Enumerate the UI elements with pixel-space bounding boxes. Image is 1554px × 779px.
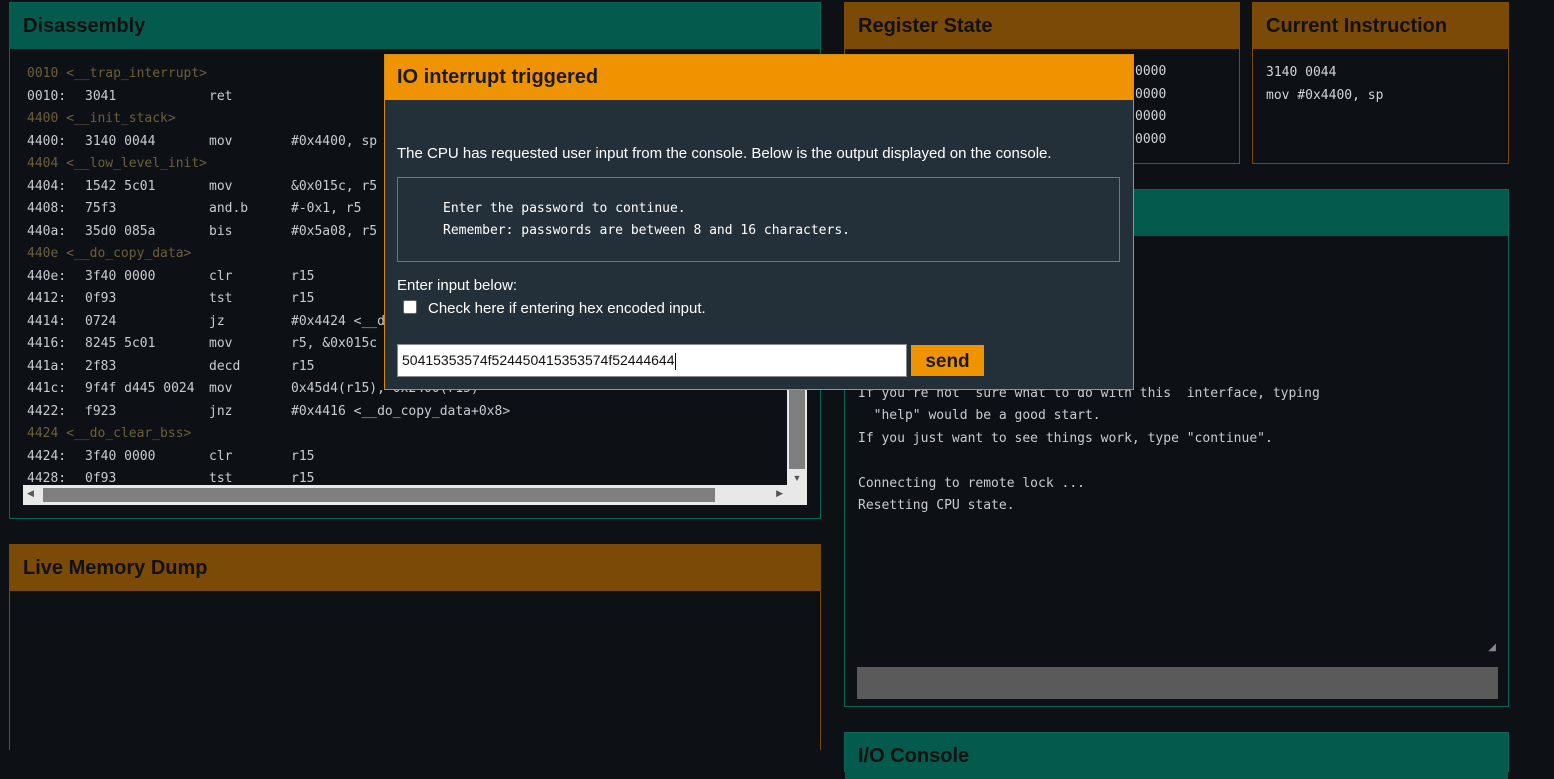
enter-input-label: Enter input below: (397, 277, 518, 294)
text-caret (674, 352, 676, 370)
horizontal-scroll-thumb[interactable] (43, 488, 715, 502)
live-memory-dump-title: Live Memory Dump (10, 545, 820, 591)
user-input-field[interactable]: 50415353574f524450415353574f52444644 (397, 344, 907, 377)
instruction-operands: #0x5a08, r5 (291, 223, 378, 239)
instruction-operands: r15 (291, 358, 315, 374)
debugger-command-input[interactable] (857, 667, 1498, 699)
instruction-hex: 3140 0044 (85, 133, 156, 149)
instruction-hex: 0724 (85, 313, 117, 329)
register-values: 0000 0000 0000 0000 (1135, 61, 1166, 151)
io-console-panel: I/O Console (844, 732, 1509, 779)
instruction-addr: 4422: (27, 403, 67, 419)
instruction-addr: 4414: (27, 313, 67, 329)
disassembly-title: Disassembly (10, 3, 820, 49)
instruction-hex: 8245 5c01 (85, 336, 156, 351)
instruction-mnemonic: bis (209, 223, 233, 239)
console-output-box: Enter the password to continue. Remember… (397, 177, 1120, 262)
instruction-hex: 3f40 0000 (85, 268, 156, 284)
instruction-addr: 441c: (27, 381, 67, 396)
register-value: 0000 (1135, 109, 1167, 124)
register-state-title: Register State (845, 3, 1239, 49)
register-value: 0000 (1135, 64, 1167, 79)
instruction-mnemonic: jz (209, 313, 225, 329)
console-line: Connecting to remote lock ... (858, 475, 1085, 491)
instruction-hex: 3f40 0000 (85, 448, 156, 464)
current-instruction-body: 3140 0044 mov #0x4400, sp (1266, 61, 1383, 107)
instruction-operands: r15 (291, 291, 315, 306)
register-value: 0000 (1135, 131, 1167, 147)
send-button[interactable]: send (911, 345, 984, 376)
instruction-hex: 35d0 085a (85, 223, 156, 239)
instruction-addr: 4404: (27, 178, 67, 194)
scroll-left-arrow-icon[interactable]: ◀ (27, 488, 34, 499)
instruction-operands: r5, &0x015c (291, 336, 378, 351)
disassembly-horizontal-scrollbar[interactable]: ◀ ▶ (23, 485, 787, 505)
instruction-hex: 2f83 (85, 358, 117, 374)
instruction-mnemonic: clr (209, 268, 233, 284)
instruction-hex: 75f3 (85, 201, 117, 216)
io-console-title: I/O Console (845, 733, 1508, 779)
hex-encoded-checkbox-label[interactable]: Check here if entering hex encoded input… (428, 300, 706, 317)
instruction-operands: r15 (291, 448, 315, 464)
disassembly-instruction: 4422: f923 jnz #0x4416 <__do_copy_data+0x8> (27, 401, 785, 424)
instruction-hex: 0f93 (85, 291, 117, 306)
instruction-addr: 4412: (27, 291, 67, 306)
instruction-addr: 441a: (27, 358, 67, 374)
instruction-addr: 440a: (27, 223, 67, 239)
scroll-down-arrow-icon[interactable]: ▼ (787, 473, 807, 483)
dialog-title: IO interrupt triggered (385, 55, 1133, 100)
current-instruction-title: Current Instruction (1253, 3, 1508, 49)
current-instruction-panel: Current Instruction 3140 0044 mov #0x440… (1252, 2, 1509, 164)
instruction-operands: &0x015c, r5 (291, 178, 378, 194)
instruction-operands: #0x4416 <__do_copy_data+0x8> (291, 403, 511, 419)
instruction-addr: 4424: (27, 448, 67, 464)
scroll-right-arrow-icon[interactable]: ▶ (776, 488, 783, 499)
io-interrupt-dialog: IO interrupt triggered The CPU has reque… (384, 54, 1134, 390)
user-input-value: 50415353574f524450415353574f52444644 (402, 352, 675, 368)
instruction-mnemonic: and.b (209, 201, 249, 216)
instruction-hex: 9f4f d445 0024 (85, 381, 195, 396)
resize-grip-icon[interactable] (787, 485, 807, 505)
console-output-line: Remember: passwords are between 8 and 16… (443, 223, 850, 238)
console-line: Resetting CPU state. (858, 498, 1015, 513)
current-instruction-hex: 3140 0044 (1266, 65, 1337, 80)
console-line: If you just want to see things work, typ… (858, 430, 1273, 446)
instruction-mnemonic: clr (209, 448, 233, 464)
instruction-addr: 4408: (27, 201, 67, 216)
register-value: 0000 (1135, 86, 1167, 102)
instruction-operands: #0x4400, sp (291, 133, 378, 149)
instruction-hex: f923 (85, 403, 117, 419)
instruction-addr: 4400: (27, 133, 67, 149)
resize-grip-icon[interactable]: ◢ (1488, 642, 1496, 653)
instruction-hex: 3041 (85, 88, 117, 104)
instruction-mnemonic: mov (209, 336, 233, 351)
live-memory-dump-panel: Live Memory Dump (9, 544, 821, 750)
instruction-mnemonic: decd (209, 358, 241, 374)
disassembly-label: 4424 <__do_clear_bss> (27, 426, 192, 441)
dialog-message: The CPU has requested user input from th… (397, 145, 1052, 162)
instruction-mnemonic: mov (209, 133, 233, 149)
instruction-mnemonic: mov (209, 381, 233, 396)
instruction-mnemonic: tst (209, 291, 233, 306)
current-instruction-asm: mov #0x4400, sp (1266, 88, 1384, 103)
disassembly-instruction: 4424: 3f40 0000 clr r15 (27, 446, 785, 469)
instruction-addr: 4416: (27, 336, 67, 351)
instruction-mnemonic: mov (209, 178, 233, 194)
instruction-addr: 440e: (27, 268, 67, 284)
instruction-operands: #-0x1, r5 (291, 201, 362, 216)
instruction-mnemonic: jnz (209, 403, 233, 419)
console-line: "help" would be a good start. (858, 408, 1101, 423)
instruction-mnemonic: ret (209, 88, 233, 104)
console-output-line: Enter the password to continue. (443, 201, 686, 216)
instruction-hex: 1542 5c01 (85, 178, 156, 194)
instruction-addr: 0010: (27, 88, 67, 104)
instruction-operands: r15 (291, 268, 315, 284)
hex-encoded-checkbox[interactable] (403, 300, 417, 314)
